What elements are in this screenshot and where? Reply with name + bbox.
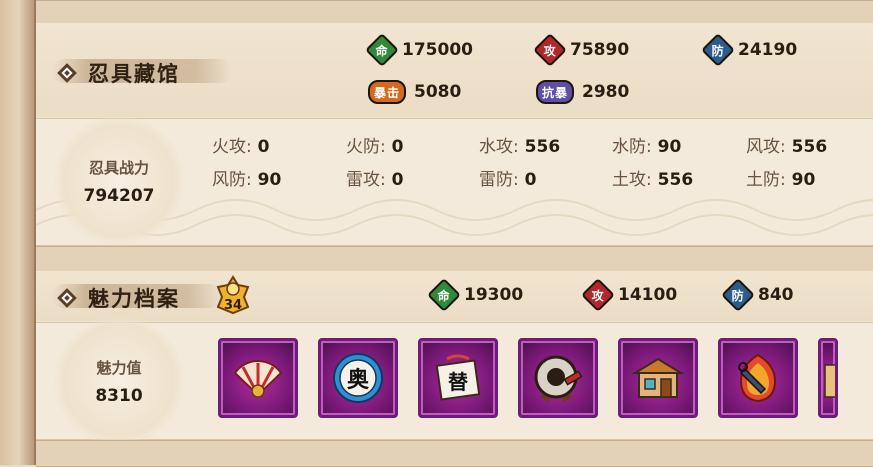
charm-item-drum[interactable] (518, 338, 598, 418)
charm-label: 魅力值 (96, 358, 142, 377)
drum-icon (534, 355, 583, 403)
charm-item-kunai-flame[interactable] (718, 338, 798, 418)
stat-defense: 防 24190 (701, 33, 798, 67)
charm-level-number: 34 (223, 298, 243, 313)
power-value: 794207 (83, 185, 155, 206)
charm-archive-title: 魅力档案 (52, 283, 222, 313)
charm-item-partial[interactable] (818, 338, 838, 418)
stat-value: 19300 (464, 285, 524, 305)
fan-icon (233, 360, 283, 398)
defense-badge-icon: 防 (701, 33, 735, 67)
stat-crit: 暴击 5080 (368, 80, 461, 104)
left-border-strip (0, 0, 36, 465)
stat-hp: 命 175000 (365, 33, 473, 67)
attr-wind-defense: 风防: 90 (212, 170, 282, 190)
charm-item-ougi-scroll[interactable]: 奥 (318, 338, 398, 418)
attr-wind-attack: 风攻: 556 (746, 137, 828, 157)
charm-stat-attack: 攻 14100 (581, 278, 678, 312)
hp-badge-icon: 命 (427, 278, 461, 312)
kunai-flame-icon (738, 353, 777, 403)
attr-thunder-attack: 雷攻: 0 (346, 170, 404, 190)
stat-attack: 攻 75890 (533, 33, 630, 67)
stat-value: 75890 (570, 40, 630, 60)
charm-stat-hp: 命 19300 (427, 278, 524, 312)
crit-badge-icon: 暴击 (368, 80, 407, 104)
attr-fire-defense: 火防: 0 (346, 137, 404, 157)
charm-value-block: 魅力值 8310 (54, 316, 184, 446)
stat-value: 14100 (618, 285, 678, 305)
attr-thunder-defense: 雷防: 0 (479, 170, 537, 190)
attack-badge-icon: 攻 (533, 33, 567, 67)
hp-badge-icon: 命 (365, 33, 399, 67)
attack-badge-icon: 攻 (581, 278, 615, 312)
defense-badge-icon: 防 (721, 278, 755, 312)
power-label: 忍具战力 (88, 158, 149, 177)
top-divider-band (36, 0, 873, 24)
charm-stat-defense: 防 840 (721, 278, 794, 312)
ninja-tool-hall-title: 忍具藏馆 (52, 58, 232, 88)
section-title-text: 魅力档案 (88, 287, 180, 311)
bottom-divider-band (36, 440, 873, 467)
charm-item-fan[interactable] (218, 338, 298, 418)
partial-item-icon (824, 364, 835, 398)
attr-earth-defense: 土防: 90 (746, 170, 816, 190)
stat-value: 175000 (402, 40, 473, 60)
charm-item-shop[interactable] (618, 338, 698, 418)
stat-value: 2980 (582, 82, 630, 102)
substitution-glyph: 替 (448, 369, 468, 394)
stat-value: 24190 (738, 40, 798, 60)
stat-value: 5080 (414, 82, 462, 102)
attr-fire-attack: 火攻: 0 (212, 137, 270, 157)
ougi-glyph: 奥 (346, 368, 369, 393)
crit-resist-badge-icon: 抗暴 (536, 80, 575, 104)
charm-item-substitution-scroll[interactable]: 替 (418, 338, 498, 418)
attr-earth-attack: 土攻: 556 (612, 170, 694, 190)
shop-building-icon (631, 357, 685, 398)
attr-water-defense: 水防: 90 (612, 137, 682, 157)
stat-crit-resist: 抗暴 2980 (536, 80, 629, 104)
attr-water-attack: 水攻: 556 (479, 137, 561, 157)
ninja-tool-power: 忍具战力 794207 (54, 116, 184, 246)
middle-divider-band (36, 246, 873, 272)
charm-value: 8310 (95, 385, 143, 406)
stat-value: 840 (758, 285, 794, 305)
section-title-text: 忍具藏馆 (88, 62, 180, 86)
